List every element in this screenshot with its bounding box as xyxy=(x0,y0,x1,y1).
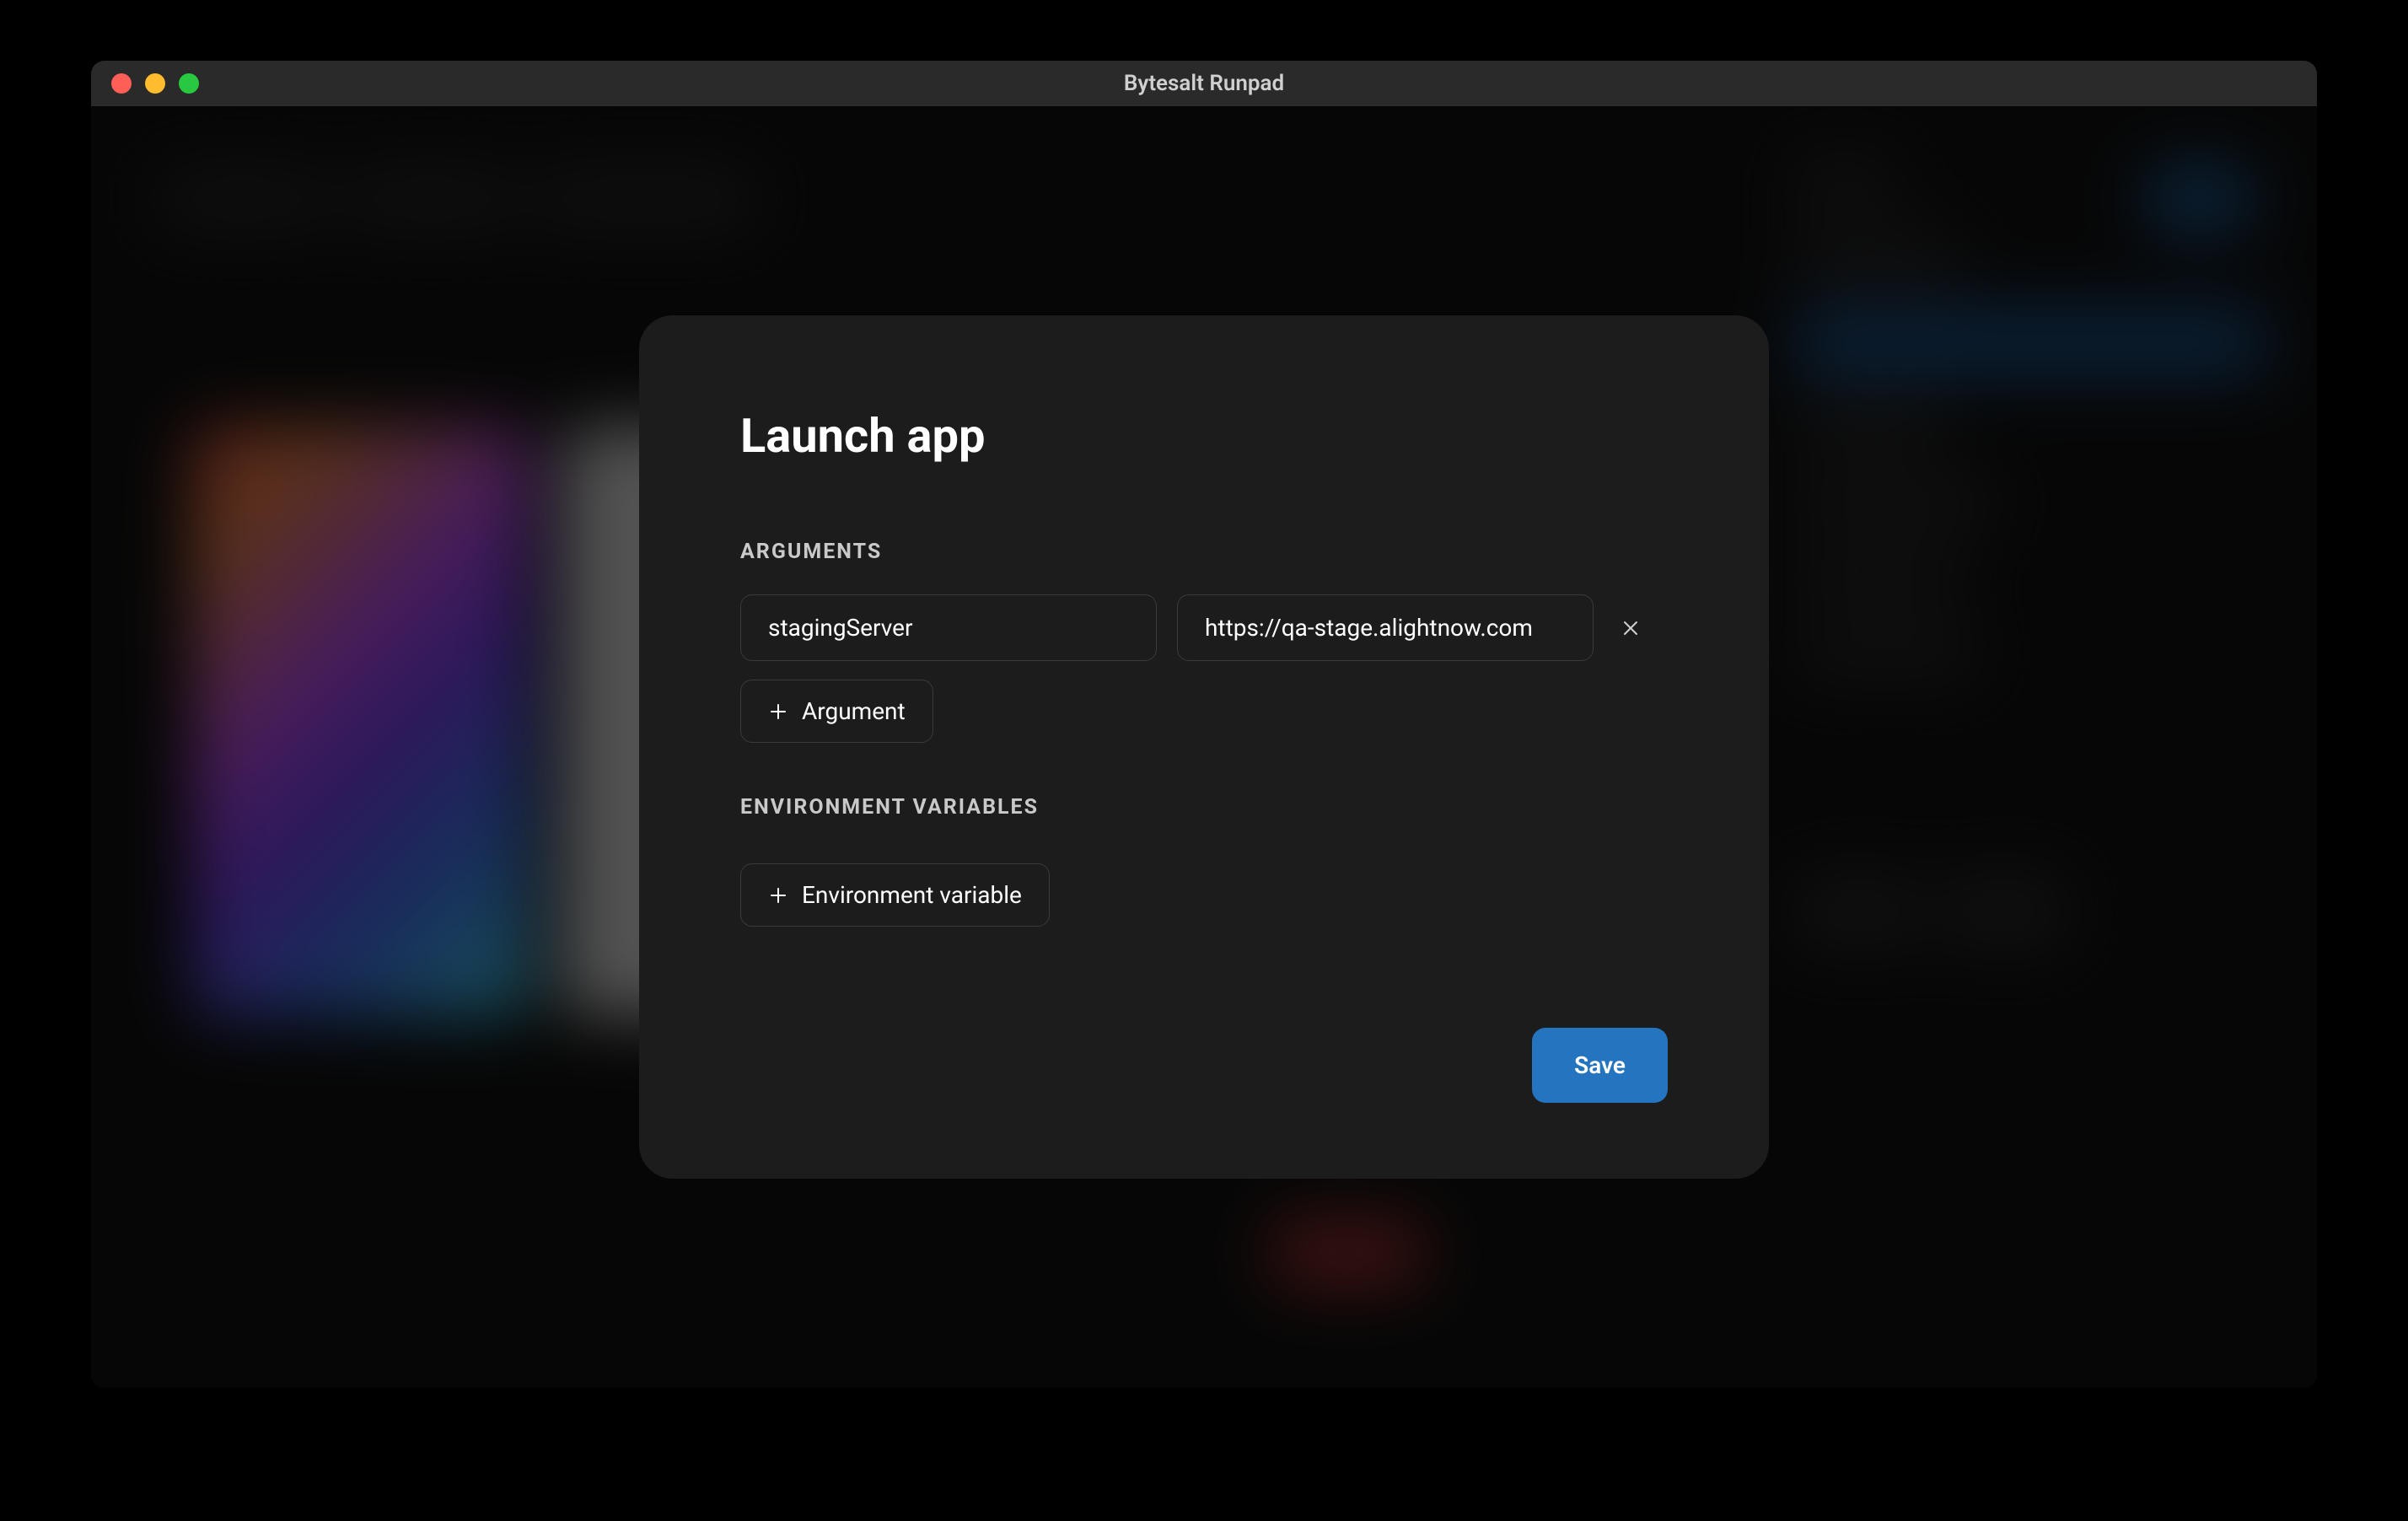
argument-value-input[interactable] xyxy=(1177,594,1594,661)
minimize-window-button[interactable] xyxy=(145,73,165,94)
window-title: Bytesalt Runpad xyxy=(1124,71,1284,96)
add-argument-button[interactable]: Argument xyxy=(740,680,933,743)
plus-icon xyxy=(768,701,788,722)
plus-icon xyxy=(768,885,788,906)
add-env-var-button[interactable]: Environment variable xyxy=(740,863,1050,927)
save-button[interactable]: Save xyxy=(1532,1028,1668,1103)
add-argument-label: Argument xyxy=(802,697,906,725)
traffic-lights xyxy=(111,73,199,94)
app-window: Bytesalt Runpad xyxy=(91,61,2317,1388)
modal-footer: Save xyxy=(740,1028,1668,1103)
remove-argument-button[interactable] xyxy=(1614,611,1647,645)
title-bar: Bytesalt Runpad xyxy=(91,61,2317,106)
maximize-window-button[interactable] xyxy=(179,73,199,94)
add-env-var-label: Environment variable xyxy=(802,881,1022,909)
close-icon xyxy=(1621,618,1641,638)
arguments-section-label: ARGUMENTS xyxy=(740,540,1668,564)
modal-title: Launch app xyxy=(740,408,1668,464)
env-vars-section-label: ENVIRONMENT VARIABLES xyxy=(740,795,1668,820)
argument-row xyxy=(740,594,1668,661)
argument-key-input[interactable] xyxy=(740,594,1157,661)
launch-app-modal: Launch app ARGUMENTS xyxy=(639,315,1769,1179)
close-window-button[interactable] xyxy=(111,73,132,94)
modal-overlay[interactable]: Launch app ARGUMENTS xyxy=(91,106,2317,1388)
app-content: Launch app ARGUMENTS xyxy=(91,106,2317,1388)
